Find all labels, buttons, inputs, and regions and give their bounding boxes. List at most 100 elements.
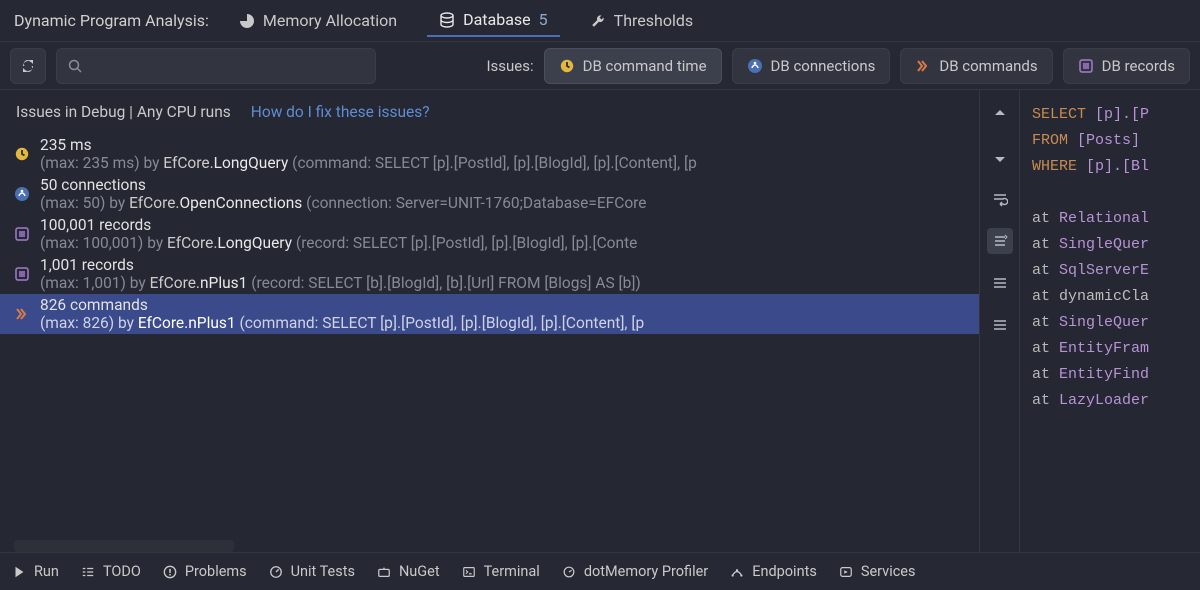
- tab-label: Database: [463, 10, 531, 29]
- toggle-lines-button[interactable]: [987, 270, 1013, 296]
- tool-todo[interactable]: TODO: [81, 563, 141, 580]
- tab-label: Memory Allocation: [263, 11, 397, 30]
- trace-line: at SingleQuer: [1032, 310, 1200, 336]
- issue-metric: 100,001 records: [40, 216, 637, 234]
- tab-count: 5: [539, 10, 548, 29]
- tab-memory-allocation[interactable]: Memory Allocation: [227, 5, 409, 36]
- prev-issue-button[interactable]: [987, 102, 1013, 128]
- issue-metric: 235 ms: [40, 136, 697, 154]
- issue-row[interactable]: 100,001 records (max: 100,001) by EfCore…: [0, 214, 979, 254]
- filter-db-records[interactable]: DB records: [1063, 48, 1190, 84]
- issue-namespace: EfCore.: [167, 234, 217, 252]
- tool-nuget[interactable]: NuGet: [377, 563, 440, 580]
- filter-db-connections[interactable]: DB connections: [732, 48, 891, 84]
- database-icon: [439, 12, 455, 28]
- issue-namespace: EfCore.: [163, 154, 213, 172]
- tool-window-bar: Run TODO Problems Unit Tests NuGet Termi…: [0, 552, 1200, 590]
- tool-problems[interactable]: Problems: [163, 563, 247, 580]
- issue-detail: (command: SELECT [p].[PostId], [p].[Blog…: [239, 314, 644, 332]
- issues-panel: Issues in Debug | Any CPU runs How do I …: [0, 90, 980, 552]
- command-icon: [14, 306, 30, 322]
- chip-label: DB commands: [939, 57, 1037, 75]
- panel-title: Dynamic Program Analysis:: [14, 11, 209, 30]
- issue-class: nPlus1: [200, 274, 247, 292]
- refresh-button[interactable]: [10, 48, 46, 84]
- trace-line: at SingleQuer: [1032, 232, 1200, 258]
- help-link[interactable]: How do I fix these issues?: [251, 103, 430, 121]
- issues-label: Issues:: [486, 57, 533, 75]
- analysis-tabs: Dynamic Program Analysis: Memory Allocat…: [0, 0, 1200, 42]
- chip-label: DB connections: [771, 57, 876, 75]
- scroll-to-top-button[interactable]: [987, 228, 1013, 254]
- issue-class: nPlus1: [188, 314, 235, 332]
- records-icon: [14, 226, 30, 242]
- issue-row[interactable]: 826 commands (max: 826) by EfCore.nPlus1…: [0, 294, 979, 334]
- trace-line: at SqlServerE: [1032, 258, 1200, 284]
- chip-label: DB command time: [583, 57, 707, 75]
- next-issue-button[interactable]: [987, 144, 1013, 170]
- issue-list: 235 ms (max: 235 ms) by EfCore.LongQuery…: [0, 134, 979, 534]
- records-icon: [1078, 58, 1094, 74]
- issue-metric: 50 connections: [40, 176, 647, 194]
- search-input[interactable]: [56, 48, 376, 84]
- tab-label: Thresholds: [614, 11, 693, 30]
- issue-class: LongQuery: [217, 234, 292, 252]
- tool-terminal[interactable]: Terminal: [462, 563, 540, 580]
- issue-by: by: [130, 274, 150, 292]
- trace-line: at EntityFram: [1032, 336, 1200, 362]
- issue-by: by: [118, 314, 138, 332]
- filter-toolbar: Issues: DB command time DB connections D…: [0, 42, 1200, 90]
- issue-row[interactable]: 50 connections (max: 50) by EfCore.OpenC…: [0, 174, 979, 214]
- connection-icon: [14, 186, 30, 202]
- command-icon: [915, 58, 931, 74]
- trace-line: at dynamicCla: [1032, 284, 1200, 310]
- issue-detail: (command: SELECT [p].[PostId], [p].[Blog…: [292, 154, 697, 172]
- clock-icon: [559, 58, 575, 74]
- clock-icon: [14, 146, 30, 162]
- records-icon: [14, 266, 30, 282]
- run-context: Issues in Debug | Any CPU runs: [16, 103, 231, 121]
- issue-by: by: [147, 234, 167, 252]
- detail-code-panel: SELECT [p].[P FROM [Posts] WHERE [p].[Bl…: [1020, 90, 1200, 552]
- detail-toolbar: [980, 90, 1020, 552]
- sql-line: SELECT [p].[P: [1032, 102, 1200, 128]
- issue-max: (max: 235 ms): [40, 154, 140, 172]
- tool-dotmemory[interactable]: dotMemory Profiler: [562, 563, 708, 580]
- issue-row[interactable]: 235 ms (max: 235 ms) by EfCore.LongQuery…: [0, 134, 979, 174]
- connection-icon: [747, 58, 763, 74]
- horizontal-scrollbar[interactable]: [14, 540, 234, 552]
- sql-line: WHERE [p].[Bl: [1032, 154, 1200, 180]
- filter-db-command-time[interactable]: DB command time: [544, 48, 722, 84]
- tab-database[interactable]: Database 5: [427, 4, 560, 37]
- soft-wrap-button[interactable]: [987, 186, 1013, 212]
- issue-max: (max: 1,001): [40, 274, 126, 292]
- issue-namespace: EfCore.: [129, 194, 179, 212]
- issue-metric: 1,001 records: [40, 256, 641, 274]
- issue-detail: (record: SELECT [p].[PostId], [p].[BlogI…: [296, 234, 637, 252]
- sql-line: FROM [Posts]: [1032, 128, 1200, 154]
- issue-max: (max: 100,001): [40, 234, 143, 252]
- trace-line: at LazyLoader: [1032, 388, 1200, 414]
- tab-thresholds[interactable]: Thresholds: [578, 5, 705, 36]
- trace-line: at EntityFind: [1032, 362, 1200, 388]
- pie-icon: [239, 13, 255, 29]
- main-split: Issues in Debug | Any CPU runs How do I …: [0, 90, 1200, 552]
- filter-db-commands[interactable]: DB commands: [900, 48, 1052, 84]
- tool-endpoints[interactable]: Endpoints: [730, 563, 817, 580]
- issue-max: (max: 50): [40, 194, 105, 212]
- tool-run[interactable]: Run: [12, 563, 59, 580]
- issue-detail: (record: SELECT [b].[BlogId], [b].[Url] …: [251, 274, 641, 292]
- issue-by: by: [143, 154, 163, 172]
- toggle-lines2-button[interactable]: [987, 312, 1013, 338]
- issue-by: by: [109, 194, 129, 212]
- wrench-icon: [590, 13, 606, 29]
- issues-subheader: Issues in Debug | Any CPU runs How do I …: [0, 90, 979, 134]
- issue-class: OpenConnections: [180, 194, 303, 212]
- tool-unit-tests[interactable]: Unit Tests: [269, 563, 355, 580]
- issue-namespace: EfCore.: [138, 314, 188, 332]
- tool-services[interactable]: Services: [839, 563, 916, 580]
- issue-row[interactable]: 1,001 records (max: 1,001) by EfCore.nPl…: [0, 254, 979, 294]
- issue-detail: (connection: Server=UNIT-1760;Database=E…: [306, 194, 646, 212]
- issue-class: LongQuery: [214, 154, 289, 172]
- chip-label: DB records: [1102, 57, 1175, 75]
